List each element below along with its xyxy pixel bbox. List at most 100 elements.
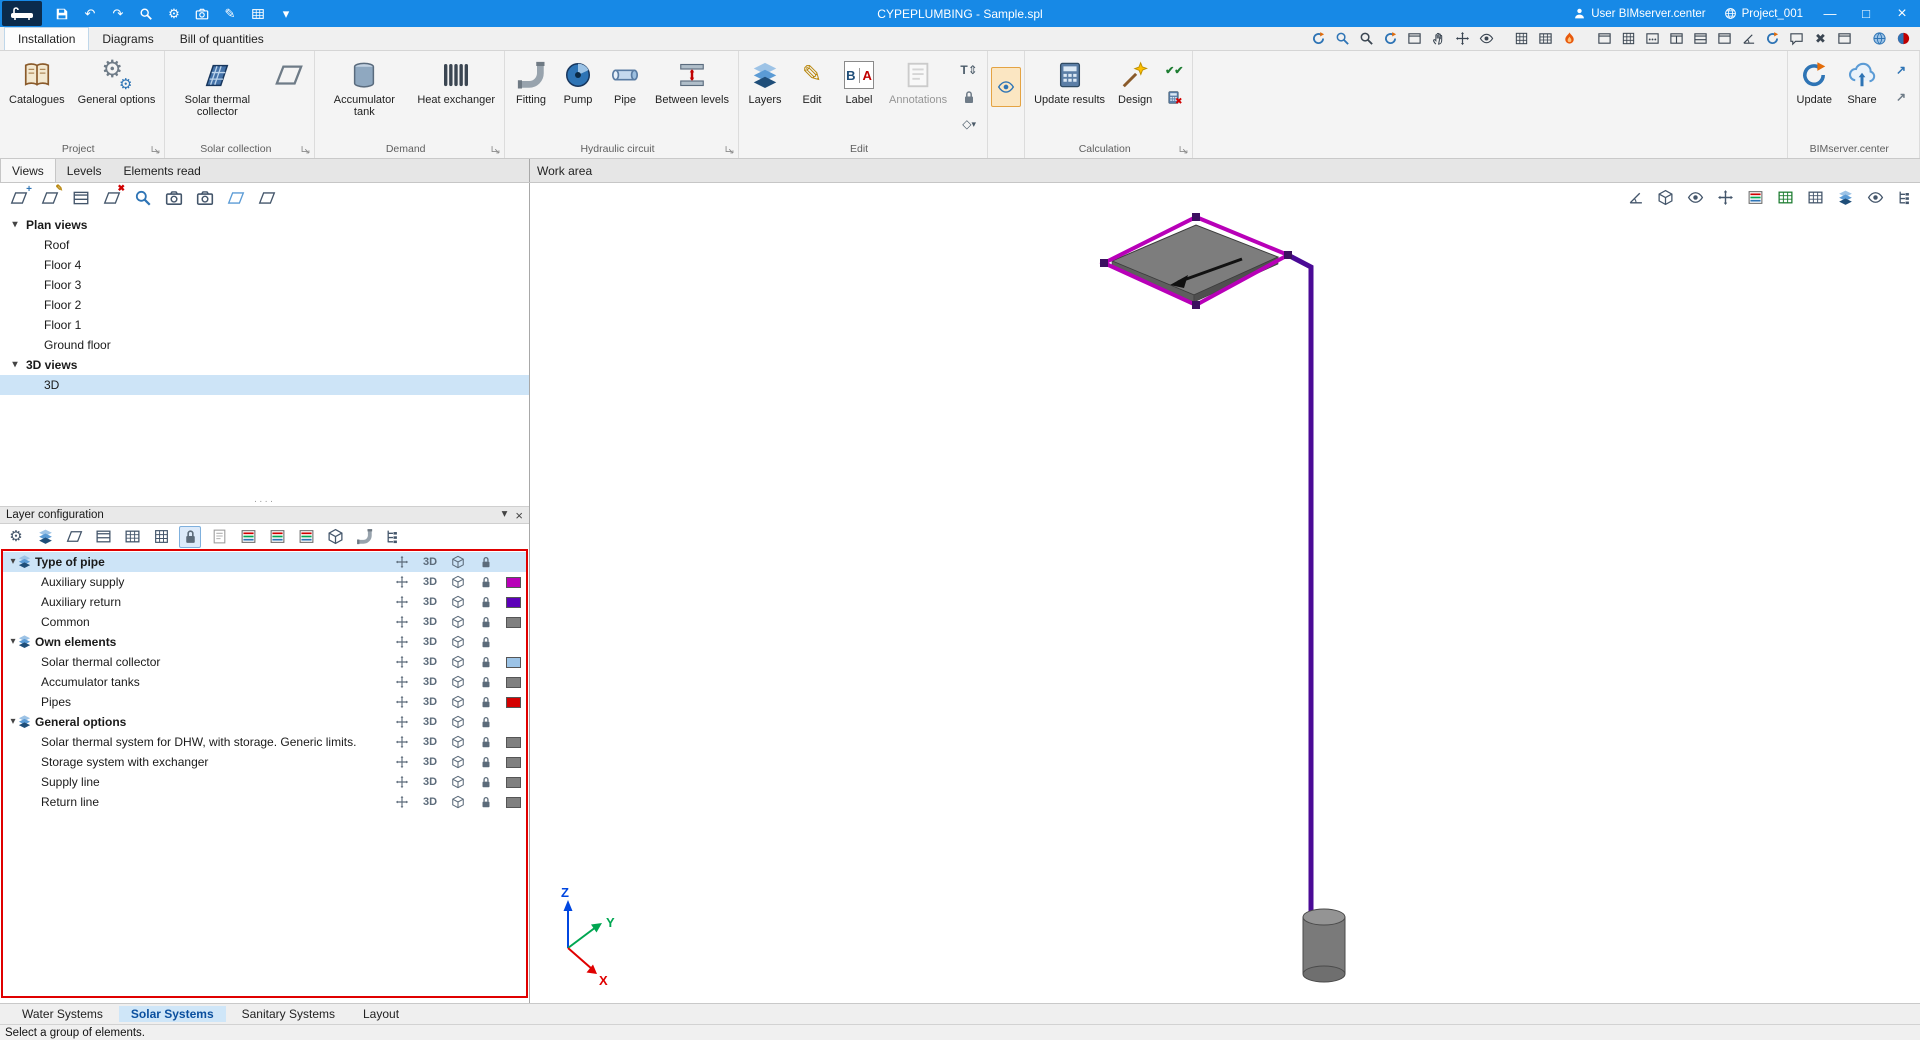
- pan-icon[interactable]: [1428, 29, 1449, 49]
- redo-button[interactable]: ↷: [106, 3, 130, 25]
- layer-lock-button[interactable]: [179, 525, 201, 548]
- tab-installation[interactable]: Installation: [4, 27, 90, 50]
- layer-pipe-button[interactable]: [353, 526, 375, 548]
- chevron-down-icon[interactable]: ▾: [3, 557, 17, 567]
- chevron-down-icon[interactable]: ▾: [3, 637, 17, 647]
- cube-icon[interactable]: [444, 695, 472, 709]
- layer-row-pipes[interactable]: Pipes 3D: [3, 692, 526, 712]
- cube-icon[interactable]: [444, 615, 472, 629]
- color-swatch[interactable]: [505, 616, 521, 628]
- lock-icon[interactable]: [472, 635, 500, 649]
- locate-element-button[interactable]: [132, 187, 154, 209]
- layer-row-solar-thermal-collector[interactable]: Solar thermal collector 3D: [3, 652, 526, 672]
- edit-button[interactable]: ✎ Edit: [789, 54, 835, 138]
- demand-dialog-launcher[interactable]: [490, 144, 501, 155]
- lock-icon[interactable]: [472, 575, 500, 589]
- transform-icon[interactable]: [388, 575, 416, 589]
- update-results-button[interactable]: Update results: [1028, 54, 1111, 138]
- chevron-down-icon[interactable]: ▾: [3, 717, 17, 727]
- transform-icon[interactable]: [388, 715, 416, 729]
- lock-icon[interactable]: [472, 655, 500, 669]
- capture-view-button[interactable]: [163, 187, 185, 209]
- tree-item-floor-2[interactable]: Floor 2: [0, 295, 529, 315]
- grid-icon[interactable]: [1511, 29, 1532, 49]
- pipe-button[interactable]: Pipe: [602, 54, 648, 138]
- cube-icon[interactable]: [444, 635, 472, 649]
- catalogues-button[interactable]: Catalogues: [3, 54, 71, 138]
- close-panel-icon[interactable]: ×: [515, 509, 523, 522]
- window-restore-icon[interactable]: [1834, 29, 1855, 49]
- zoom-in-icon[interactable]: [1332, 29, 1353, 49]
- text-size-button[interactable]: T ⇕: [956, 58, 982, 82]
- cube-icon[interactable]: [444, 575, 472, 589]
- color-swatch[interactable]: [505, 756, 521, 768]
- lock-icon[interactable]: [472, 795, 500, 809]
- open-bim-model-button[interactable]: ↗: [1888, 58, 1914, 82]
- between-levels-button[interactable]: Between levels: [649, 54, 735, 138]
- layer-colortable-3-button[interactable]: [295, 526, 317, 548]
- color-swatch[interactable]: [505, 736, 521, 748]
- move-model-icon[interactable]: [1714, 187, 1736, 209]
- window-dots-icon[interactable]: [1642, 29, 1663, 49]
- shape-dropdown-button[interactable]: ◇ ▾: [956, 112, 982, 136]
- hydraulic-circuit-dialog-launcher[interactable]: [724, 144, 735, 155]
- cube-icon[interactable]: [444, 595, 472, 609]
- layer-row-return-line[interactable]: Return line 3D: [3, 792, 526, 812]
- 3d-badge[interactable]: 3D: [416, 696, 444, 708]
- transform-icon[interactable]: [388, 555, 416, 569]
- export-bim-button[interactable]: ↗: [1888, 85, 1914, 109]
- window-rows-icon[interactable]: [1690, 29, 1711, 49]
- window-cascade-icon[interactable]: [1714, 29, 1735, 49]
- check-table-icon[interactable]: [1774, 187, 1796, 209]
- edit-lock-button[interactable]: [956, 85, 982, 109]
- transform-icon[interactable]: [388, 695, 416, 709]
- transform-icon[interactable]: [388, 675, 416, 689]
- bim-share-button[interactable]: Share: [1839, 54, 1885, 138]
- show-references-toggle[interactable]: [991, 67, 1022, 107]
- pipe-network-icon[interactable]: [1894, 187, 1916, 209]
- project-dialog-launcher[interactable]: [150, 144, 161, 155]
- capture-button[interactable]: [190, 3, 214, 25]
- project-menu[interactable]: Project_001: [1715, 0, 1812, 27]
- show-reference-alt-button[interactable]: [256, 187, 278, 209]
- color-swatch[interactable]: [505, 576, 521, 588]
- layer-row-common[interactable]: Common 3D: [3, 612, 526, 632]
- layer-colortable-2-button[interactable]: [266, 526, 288, 548]
- color-swatch[interactable]: [505, 596, 521, 608]
- panel-splitter[interactable]: ····: [0, 496, 529, 507]
- color-swatch[interactable]: [505, 676, 521, 688]
- layer-row-storage-system[interactable]: Storage system with exchanger 3D: [3, 752, 526, 772]
- edit-view-button[interactable]: ✎: [39, 183, 63, 209]
- layer-row-solar-thermal-system[interactable]: Solar thermal system for DHW, with stora…: [3, 732, 526, 752]
- report-button[interactable]: [246, 3, 270, 25]
- rotate-view-icon[interactable]: [1308, 29, 1329, 49]
- layer-row-auxiliary-return[interactable]: Auxiliary return 3D: [3, 592, 526, 612]
- tab-layout[interactable]: Layout: [351, 1006, 411, 1022]
- snap-options-icon[interactable]: [1535, 29, 1556, 49]
- tab-bill-of-quantities[interactable]: Bill of quantities: [167, 27, 277, 50]
- 3d-badge[interactable]: 3D: [416, 556, 444, 568]
- general-options-button[interactable]: ⚙ ⚙ General options: [72, 54, 162, 138]
- lock-icon[interactable]: [472, 675, 500, 689]
- layer-row-accumulator-tanks[interactable]: Accumulator tanks 3D: [3, 672, 526, 692]
- 3d-badge[interactable]: 3D: [416, 736, 444, 748]
- bounding-box-icon[interactable]: [1654, 187, 1676, 209]
- tree-group-plan-views[interactable]: ▾ Plan views: [0, 215, 529, 235]
- tab-sanitary-systems[interactable]: Sanitary Systems: [230, 1006, 347, 1022]
- tree-item-floor-3[interactable]: Floor 3: [0, 275, 529, 295]
- transform-icon[interactable]: [388, 735, 416, 749]
- layer-branch-button[interactable]: [382, 526, 404, 548]
- design-button[interactable]: Design: [1112, 54, 1158, 138]
- measure-tool-icon[interactable]: [1624, 187, 1646, 209]
- calculation-dialog-launcher[interactable]: [1178, 144, 1189, 155]
- color-swatch[interactable]: [505, 656, 521, 668]
- user-menu[interactable]: User BIMserver.center: [1564, 0, 1714, 27]
- refresh-icon[interactable]: [1762, 29, 1783, 49]
- layer-stack-button[interactable]: [34, 526, 56, 548]
- heat-exchanger-button[interactable]: Heat exchanger: [411, 54, 501, 138]
- visibility-icon[interactable]: [1684, 187, 1706, 209]
- pump-button[interactable]: Pump: [555, 54, 601, 138]
- cube-icon[interactable]: [444, 775, 472, 789]
- close-button[interactable]: ×: [1884, 0, 1920, 27]
- tab-views[interactable]: Views: [0, 159, 56, 182]
